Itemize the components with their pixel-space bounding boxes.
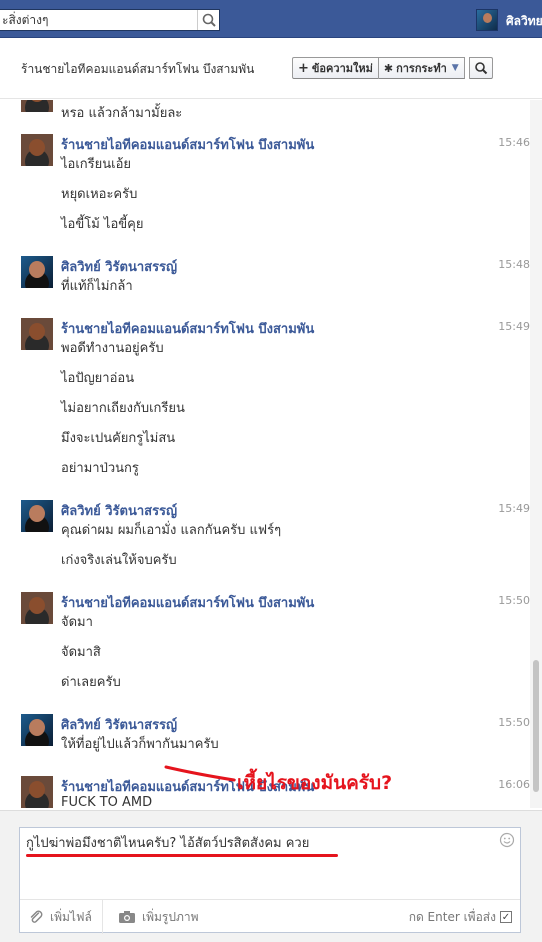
message-line: จัดมาสิ (61, 645, 101, 660)
thread-scrollbar[interactable] (530, 100, 542, 808)
message-line: หรอ แล้วกล้ามามั้ยละ (61, 106, 183, 121)
sender-name[interactable]: ศิลวิทย์ วิรัตนาสรรญ์ (61, 500, 177, 521)
message-line: FUCK TO AMD (61, 795, 153, 808)
message-line: ให้ที่อยู่ไปแล้วก็พากันมาครับ (61, 737, 219, 752)
message-line: หยุดเหอะครับ (61, 187, 138, 202)
message-line: คุณด่าผม ผมก็เอามั่ง แลกกันครับ แฟร์ๆ (61, 523, 282, 538)
global-search-box (0, 9, 220, 31)
add-file-label: เพิ่มไฟล์ (50, 909, 92, 924)
enter-to-send-toggle[interactable]: กด Enter เพื่อส่ง ✓ (409, 900, 512, 934)
sender-name[interactable]: ร้านชายไอทีคอมแอนด์สมาร์ทโฟน บึงสามพัน (61, 592, 314, 613)
plus-icon: + (298, 60, 309, 76)
conversation-title: ร้านชายไอทีคอมแอนด์สมาร์ทโฟน บึงสามพัน (21, 62, 255, 76)
avatar[interactable] (21, 776, 53, 808)
message-line: จัดมา (61, 615, 93, 630)
avatar[interactable] (21, 100, 53, 112)
header-actions: + ข้อความใหม่ ✱ การกระทำ ▼ (292, 57, 493, 79)
actions-label: การกระทำ (396, 62, 447, 75)
sender-name[interactable]: ศิลวิทย์ วิรัตนาสรรญ์ (61, 256, 177, 277)
message-timestamp: 15:48 (498, 258, 530, 271)
message-line: ไอขี้โม้ ไอขี้คุย (61, 217, 144, 232)
paperclip-icon (30, 910, 43, 923)
avatar[interactable] (21, 714, 53, 746)
conversation-header: ร้านชายไอทีคอมแอนด์สมาร์ทโฟน บึงสามพัน +… (0, 39, 542, 99)
message-line: พอดีทำงานอยู่ครับ (61, 341, 164, 356)
new-message-button[interactable]: + ข้อความใหม่ (292, 57, 379, 79)
new-message-label: ข้อความใหม่ (311, 62, 373, 75)
composer-toolbar: เพิ่มไฟล์ เพิ่มรูปภาพ กด Enter เพื่อส่ง … (20, 899, 520, 934)
checkbox-icon[interactable]: ✓ (500, 911, 512, 923)
sender-name[interactable]: ร้านชายไอทีคอมแอนด์สมาร์ทโฟน บึงสามพัน (61, 318, 314, 339)
message-line: ไม่อยากเถียงกับเกรียน (61, 401, 185, 416)
message-timestamp: 16:06 (498, 778, 530, 791)
message-line: ด่าเลยครับ (61, 675, 121, 690)
message-timestamp: 15:49 (498, 502, 530, 515)
search-icon[interactable] (197, 10, 219, 30)
add-file-button[interactable]: เพิ่มไฟล์ (28, 900, 103, 934)
avatar[interactable] (21, 134, 53, 166)
avatar[interactable] (21, 500, 53, 532)
annotation-underline (164, 765, 236, 782)
global-search-input[interactable] (0, 10, 196, 30)
message-line: ไอเกรียนเอ้ย (61, 157, 132, 172)
message-timestamp: 15:50 (498, 594, 530, 607)
chevron-down-icon: ▼ (451, 63, 459, 73)
message-line: ไอปัญยาอ่อน (61, 371, 135, 386)
profile-avatar (476, 9, 498, 31)
message-line: เก่งจริงเล่นให้จบครับ (61, 553, 177, 568)
gear-icon: ✱ (383, 61, 394, 75)
sender-name[interactable]: ร้านชายไอทีคอมแอนด์สมาร์ทโฟน บึงสามพัน (61, 134, 314, 155)
sender-name[interactable]: ศิลวิทย์ วิรัตนาสรรญ์ (61, 714, 177, 735)
message-thread: หรอ แล้วกล้ามามั้ยละ ร้านชายไอทีคอมแอนด์… (0, 100, 530, 808)
top-bar: ศิลวิทย (0, 0, 542, 38)
search-icon (474, 62, 487, 75)
avatar[interactable] (21, 592, 53, 624)
composer-box: กูไปฆ่าพ่อมึงชาติไหนครับ? ไอ้สัตว์ปรสิตส… (19, 827, 521, 934)
send-hint-label: กด Enter เพื่อส่ง (408, 909, 496, 924)
annotation-text: เหี้ยไรของมันครับ? (237, 772, 393, 794)
avatar[interactable] (21, 318, 53, 350)
camera-icon (119, 911, 135, 923)
avatar[interactable] (21, 256, 53, 288)
actions-dropdown[interactable]: ✱ การกระทำ ▼ (378, 57, 465, 79)
message-timestamp: 15:46 (498, 136, 530, 149)
message-input[interactable]: กูไปฆ่าพ่อมึงชาติไหนครับ? ไอ้สัตว์ปรสิตส… (26, 832, 496, 888)
scrollbar-thumb[interactable] (533, 660, 539, 792)
message-line: อย่ามาป่วนกรู (61, 461, 139, 476)
profile-name: ศิลวิทย (506, 14, 542, 28)
composer-area: กูไปฆ่าพ่อมึงชาติไหนครับ? ไอ้สัตว์ปรสิตส… (0, 810, 542, 942)
emoticon-icon[interactable] (499, 832, 515, 848)
search-conversation-button[interactable] (468, 57, 493, 79)
message-line: ที่แท้ก็ไม่กล้า (61, 279, 133, 294)
message-line: มึงจะเปนคัยกรูไม่สน (61, 431, 176, 446)
add-photo-label: เพิ่มรูปภาพ (142, 909, 199, 924)
add-photo-button[interactable]: เพิ่มรูปภาพ (118, 900, 199, 934)
message-timestamp: 15:49 (498, 320, 530, 333)
message-timestamp: 15:50 (498, 716, 530, 729)
composer-text-underline (26, 854, 338, 857)
